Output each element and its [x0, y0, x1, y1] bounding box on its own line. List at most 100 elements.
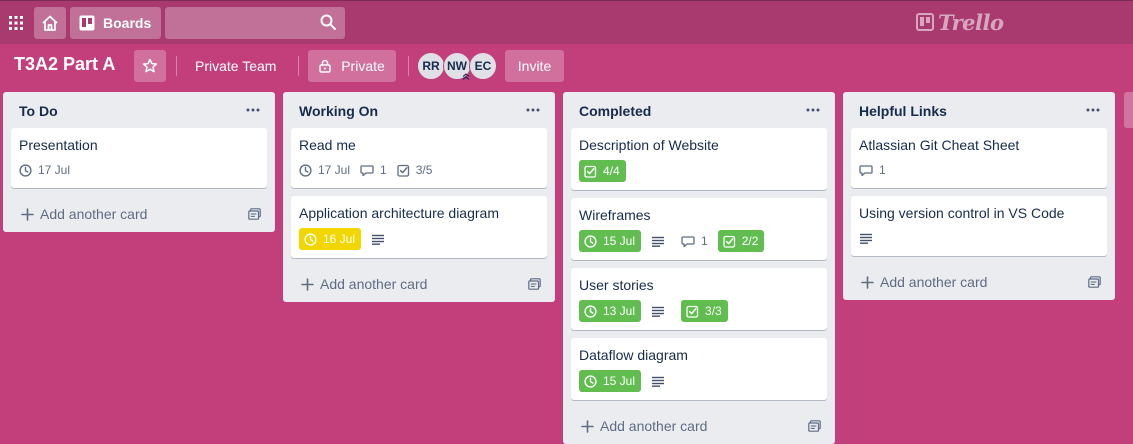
visibility-button[interactable]: Private: [308, 50, 396, 82]
add-card-label: Add another card: [320, 276, 428, 292]
card-title: Dataflow diagram: [579, 347, 688, 363]
card[interactable]: User stories 13 Jul 3/3: [571, 268, 827, 330]
list-title[interactable]: To Do: [19, 103, 58, 119]
grid-icon: [9, 16, 23, 30]
clock-icon: [584, 374, 597, 388]
checklist-count: 3/5: [415, 163, 433, 177]
visibility-label: Private: [341, 58, 385, 74]
checklist-badge: 4/4: [579, 160, 626, 182]
plus-icon: [861, 275, 874, 289]
lock-icon: [319, 59, 331, 73]
card-template-icon[interactable]: [528, 278, 541, 290]
card-template-icon[interactable]: [248, 208, 261, 220]
card[interactable]: Atlassian Git Cheat Sheet 1: [851, 128, 1107, 188]
home-icon: [42, 15, 58, 31]
clock-icon: [584, 234, 597, 248]
description-icon: [652, 376, 665, 387]
checklist-badge: 3/5: [397, 160, 433, 180]
trello-logo[interactable]: Trello: [916, 9, 1004, 35]
ellipsis-icon: [806, 108, 820, 112]
due-date-badge[interactable]: 13 Jul: [579, 300, 642, 322]
due-date-text: 17 Jul: [38, 163, 71, 177]
add-card-button[interactable]: Add another card: [3, 196, 275, 232]
add-card-label: Add another card: [40, 206, 148, 222]
list-menu-button[interactable]: [241, 98, 265, 122]
boards-icon: [79, 15, 95, 31]
list-header: To Do: [3, 92, 275, 128]
ellipsis-icon: [246, 108, 260, 112]
list-menu-button[interactable]: [1081, 98, 1105, 122]
list-menu-button[interactable]: [801, 98, 825, 122]
due-date-text: 16 Jul: [323, 232, 356, 246]
plus-icon: [581, 419, 594, 433]
card[interactable]: Description of Website 4/4: [571, 128, 827, 190]
card-badges: 4/4: [579, 160, 819, 188]
description-icon: [652, 306, 665, 317]
card-title: Wireframes: [579, 207, 651, 223]
apps-button[interactable]: [4, 7, 28, 39]
card-title: Using version control in VS Code: [859, 205, 1065, 221]
card-template-icon[interactable]: [1088, 276, 1101, 288]
card[interactable]: Dataflow diagram 15 Jul: [571, 338, 827, 400]
board-title[interactable]: T3A2 Part A: [14, 54, 115, 75]
home-button[interactable]: [34, 7, 66, 39]
add-list-button[interactable]: [1124, 92, 1133, 128]
description-badge: [651, 231, 671, 251]
star-board-button[interactable]: [134, 50, 166, 82]
list: Helpful Links Atlassian Git Cheat Sheet …: [843, 92, 1115, 300]
add-card-button[interactable]: Add another card: [283, 266, 555, 302]
ellipsis-icon: [1086, 108, 1100, 112]
team-button[interactable]: Private Team: [184, 50, 287, 82]
due-date-badge[interactable]: 15 Jul: [579, 230, 642, 252]
due-date-badge[interactable]: 17 Jul: [299, 160, 350, 180]
card-badges: 13 Jul 3/3: [579, 300, 819, 328]
card-title: User stories: [579, 277, 654, 293]
card[interactable]: Read me 17 Jul 1 3/5: [291, 128, 547, 188]
card[interactable]: Application architecture diagram 16 Jul: [291, 196, 547, 258]
search-icon[interactable]: [320, 14, 336, 30]
list-title[interactable]: Completed: [579, 103, 651, 119]
description-badge: [371, 229, 391, 249]
checklist-badge: 3/3: [681, 300, 728, 322]
checkbox-icon: [397, 164, 409, 177]
comments-count: 1: [380, 163, 387, 177]
boards-label: Boards: [103, 15, 152, 31]
card-title: Application architecture diagram: [299, 205, 499, 221]
list-menu-button[interactable]: [521, 98, 545, 122]
admin-chevron-icon: [462, 73, 470, 80]
card-title: Atlassian Git Cheat Sheet: [859, 137, 1020, 153]
ellipsis-icon: [526, 108, 540, 112]
list-title[interactable]: Helpful Links: [859, 103, 947, 119]
plus-icon: [301, 277, 314, 291]
checklist-count: 2/2: [741, 234, 759, 248]
list-header: Helpful Links: [843, 92, 1115, 128]
description-badge: [651, 371, 671, 391]
comments-badge: 1: [360, 160, 387, 180]
list-title[interactable]: Working On: [299, 103, 378, 119]
comments-count: 1: [701, 234, 708, 248]
due-date-badge[interactable]: 15 Jul: [579, 370, 642, 392]
boards-button[interactable]: Boards: [70, 7, 161, 39]
due-date-badge[interactable]: 16 Jul: [299, 228, 362, 250]
plus-icon: [21, 207, 34, 221]
card[interactable]: Presentation 17 Jul: [11, 128, 267, 188]
search-input[interactable]: [165, 7, 345, 39]
member-avatar[interactable]: EC: [469, 52, 497, 80]
member-avatar[interactable]: RR: [417, 52, 445, 80]
card-template-icon[interactable]: [808, 420, 821, 432]
card[interactable]: Using version control in VS Code: [851, 196, 1107, 256]
add-card-button[interactable]: Add another card: [843, 264, 1115, 300]
due-date-text: 13 Jul: [603, 304, 636, 318]
add-card-label: Add another card: [880, 274, 988, 290]
app-header: Boards Trello: [0, 0, 1133, 44]
star-icon: [142, 58, 158, 73]
checkbox-icon: [584, 165, 597, 178]
add-card-button[interactable]: Add another card: [563, 408, 835, 444]
due-date-badge[interactable]: 17 Jul: [19, 160, 70, 180]
comments-count: 1: [879, 163, 886, 177]
card[interactable]: Wireframes 15 Jul 1 2/2: [571, 198, 827, 260]
due-date-text: 15 Jul: [603, 234, 636, 248]
card-badges: 15 Jul: [579, 370, 819, 398]
list: Working On Read me 17 Jul 1 3/5 Applicatio…: [283, 92, 555, 302]
invite-button[interactable]: Invite: [505, 50, 564, 82]
